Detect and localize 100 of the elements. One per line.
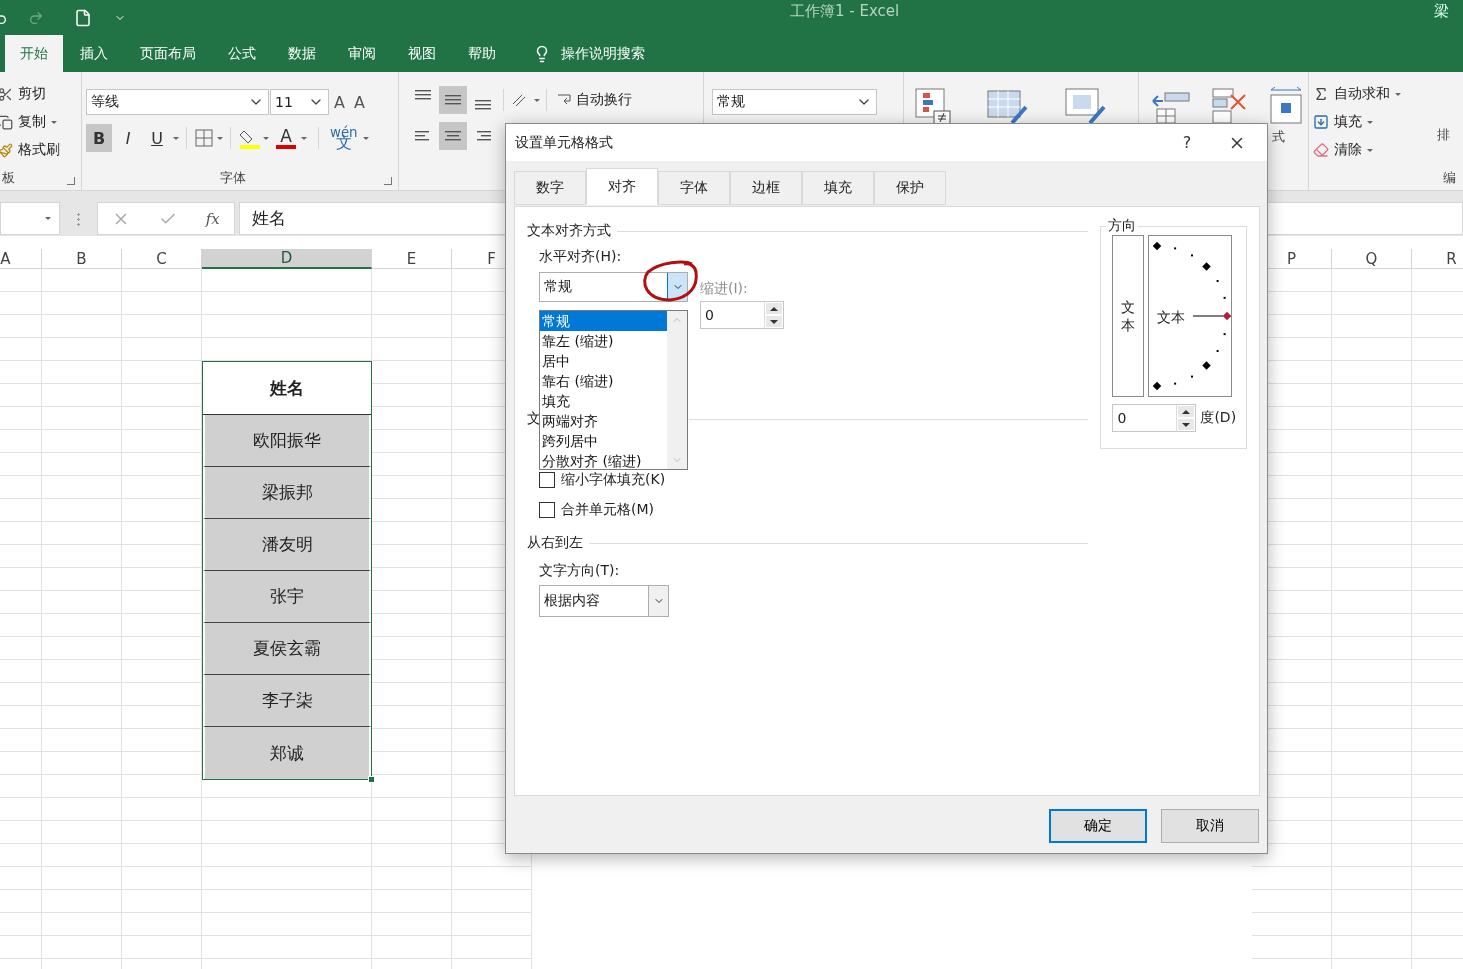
dropdown-option[interactable]: 靠右 (缩进) <box>540 371 667 391</box>
autosum-button[interactable]: 自动求和 <box>1309 80 1463 108</box>
section-heading: 从右到左 <box>527 534 583 552</box>
dialog-tab[interactable]: 边框 <box>730 171 802 205</box>
dialog-tab[interactable]: 字体 <box>658 171 730 205</box>
ribbon-tab[interactable]: 数据 <box>273 35 331 72</box>
column-header[interactable]: E <box>372 249 452 269</box>
horizontal-align-select[interactable]: 常规 <box>539 272 688 302</box>
dialog-tab[interactable]: 数字 <box>514 171 586 205</box>
align-lines-icon <box>445 131 461 141</box>
number-format-field[interactable]: 常规 <box>712 89 877 115</box>
table-cell: 梁振邦 <box>203 467 371 519</box>
ribbon-tab[interactable]: 插入 <box>65 35 123 72</box>
delete-cells-icon[interactable] <box>1209 87 1249 125</box>
ribbon-tab[interactable]: 视图 <box>393 35 451 72</box>
checkbox-option[interactable]: 缩小字体填充(K) <box>539 468 1089 492</box>
group-label: 板 <box>2 169 15 187</box>
table-cell: 夏侯玄霸 <box>203 623 371 675</box>
scissors-icon <box>0 86 13 102</box>
window-title: 工作簿1 - Excel <box>790 2 900 21</box>
insert-function-button[interactable]: fx <box>205 209 220 228</box>
dialog-tab[interactable]: 填充 <box>802 171 874 205</box>
ribbon-tab[interactable]: 页面布局 <box>125 35 211 72</box>
group-label: 字体 <box>220 169 246 187</box>
cancel-button[interactable]: 取消 <box>1161 809 1259 843</box>
field-label: 缩进(I): <box>700 280 749 298</box>
font-size-field[interactable]: 11 <box>270 89 329 115</box>
ribbon-tab[interactable]: 公式 <box>213 35 271 72</box>
column-header[interactable]: C <box>122 249 202 269</box>
font-color-button[interactable]: A <box>272 127 311 149</box>
paintbrush-icon <box>0 142 13 158</box>
table-cell: 郑诚 <box>203 727 371 779</box>
dropdown-option[interactable]: 跨列居中 <box>540 431 667 451</box>
field-label: 度(D) <box>1200 409 1237 427</box>
italic-button[interactable]: I <box>115 124 141 152</box>
copy-button[interactable]: 复制 <box>0 108 81 136</box>
dropdown-arrow-button[interactable] <box>667 273 687 301</box>
grow-font-button[interactable]: A <box>330 92 349 112</box>
column-header[interactable]: D <box>202 249 372 269</box>
dialog-tab[interactable]: 对齐 <box>586 168 658 205</box>
table-cell: 潘友明 <box>203 519 371 571</box>
shrink-font-button[interactable]: A <box>349 92 369 112</box>
dialog-title: 设置单元格格式 <box>515 133 614 152</box>
font-name-field[interactable]: 等线 <box>86 89 269 115</box>
sort-button-label[interactable]: 排 <box>1437 126 1450 144</box>
wrap-icon <box>557 94 571 106</box>
horizontal-align-button[interactable] <box>439 122 467 150</box>
text-direction-select[interactable]: 根据内容 <box>539 585 669 617</box>
ribbon-tab[interactable]: 审阅 <box>333 35 391 72</box>
eraser-icon <box>1313 142 1329 158</box>
format-button-label[interactable]: 式 <box>1272 128 1285 146</box>
align-lines-icon <box>415 131 431 141</box>
align-lines-icon <box>475 131 491 141</box>
align-lines-icon <box>415 90 431 100</box>
borders-icon[interactable] <box>194 128 214 148</box>
wrap-text-button[interactable]: 自动换行 <box>553 86 636 114</box>
cut-button[interactable]: 剪切 <box>0 80 81 108</box>
format-painter-button[interactable]: 格式刷 <box>0 136 81 164</box>
ribbon-tab[interactable]: 开始 <box>5 35 63 72</box>
table-cell: 李子柒 <box>203 675 371 727</box>
dialog-launcher-icon[interactable] <box>67 177 75 185</box>
section-heading: 文 <box>527 410 541 428</box>
align-lines-icon <box>445 95 461 105</box>
fill-handle[interactable] <box>368 776 375 783</box>
dial-text: 文本 <box>1157 309 1186 327</box>
tell-me-search[interactable]: 操作说明搜索 <box>527 35 651 72</box>
dropdown-option[interactable]: 两端对齐 <box>540 411 667 431</box>
dropdown-option[interactable]: 填充 <box>540 391 667 411</box>
ribbon-tab[interactable]: 帮助 <box>453 35 511 72</box>
degrees-spin-field[interactable]: 0 <box>1112 404 1197 432</box>
user-name: 梁 <box>1434 2 1449 21</box>
orientation-dial[interactable]: 文本 <box>1148 235 1233 397</box>
indent-spin-field[interactable]: 0 <box>700 301 784 329</box>
bold-button[interactable]: B <box>86 124 112 152</box>
ok-button[interactable]: 确定 <box>1049 809 1147 843</box>
section-heading: 文本对齐方式 <box>527 222 611 240</box>
table-cell: 欧阳振华 <box>203 415 371 467</box>
field-label: 水平对齐(H): <box>539 248 623 266</box>
copy-icon <box>0 114 13 130</box>
help-button[interactable]: ? <box>1167 132 1207 153</box>
new-file-icon[interactable] <box>74 8 92 27</box>
vertical-align-button[interactable] <box>439 86 467 114</box>
dialog-launcher-icon[interactable] <box>384 177 392 185</box>
column-header[interactable]: R <box>1412 249 1463 269</box>
dropdown-option[interactable]: 分散对齐 (缩进) <box>540 451 667 471</box>
column-header[interactable]: A <box>0 249 42 269</box>
column-header[interactable]: Q <box>1332 249 1412 269</box>
checkbox-option[interactable]: 合并单元格(M) <box>539 498 1089 522</box>
dropdown-option[interactable]: 常规 <box>540 311 667 331</box>
sigma-icon <box>1313 86 1329 102</box>
section-heading: 方向 <box>1107 217 1138 235</box>
dropdown-option[interactable]: 靠左 (缩进) <box>540 331 667 351</box>
dropdown-option[interactable]: 居中 <box>540 351 667 371</box>
vertical-text-button[interactable]: 文本 <box>1112 235 1145 397</box>
column-header[interactable]: B <box>42 249 122 269</box>
align-lines-icon <box>475 100 491 110</box>
dialog-tab[interactable]: 保护 <box>874 171 946 205</box>
underline-button[interactable]: U <box>144 124 170 152</box>
table-cell: 张宇 <box>203 571 371 623</box>
conditional-format-icon[interactable] <box>914 87 952 125</box>
